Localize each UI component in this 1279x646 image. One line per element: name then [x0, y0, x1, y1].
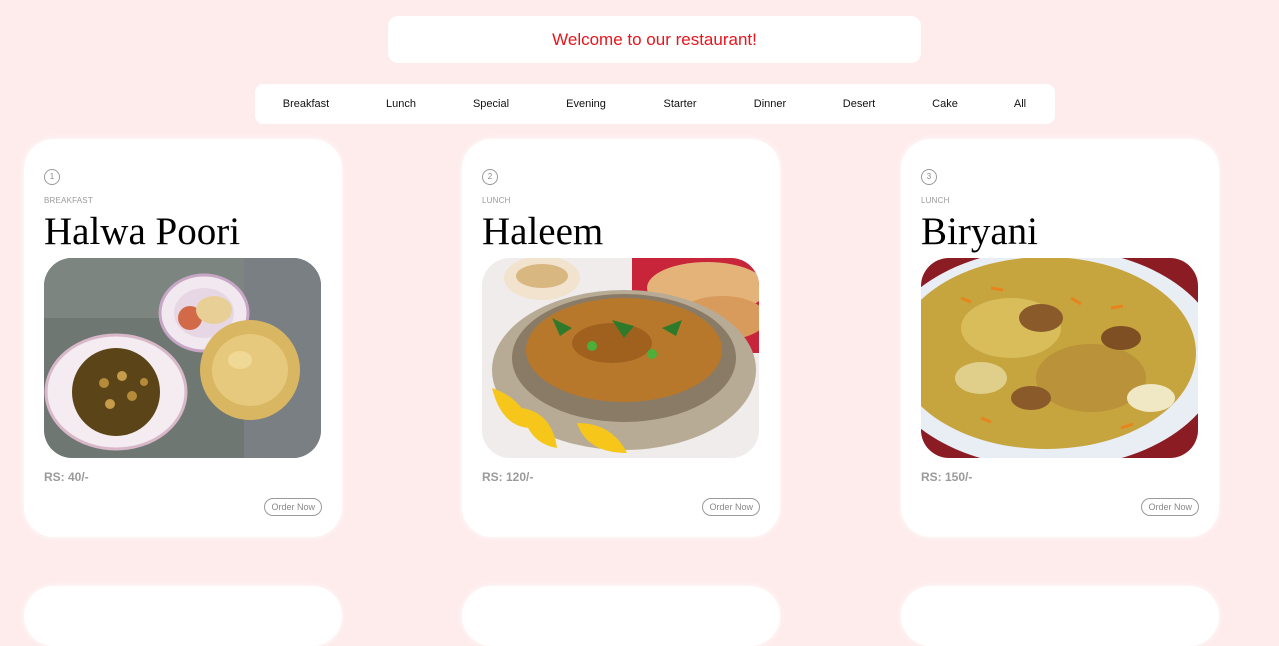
item-category: LUNCH [482, 196, 511, 205]
nav-item-all[interactable]: All [1014, 84, 1026, 124]
item-number: 1 [44, 169, 60, 185]
item-title: Biryani [921, 210, 1038, 253]
item-price: RS: 40/- [44, 470, 89, 484]
menu-card: 3 LUNCH Biryani RS: 150/- Order Now [901, 139, 1219, 537]
order-now-button[interactable]: Order Now [264, 498, 322, 516]
menu-card [24, 586, 342, 646]
category-nav: Breakfast Lunch Special Evening Starter … [255, 84, 1055, 124]
menu-card: 1 BREAKFAST Halwa Poori RS: 40/- Order N… [24, 139, 342, 537]
item-category: LUNCH [921, 196, 950, 205]
welcome-text: Welcome to our restaurant! [552, 29, 757, 49]
item-title: Halwa Poori [44, 210, 241, 253]
welcome-banner: Welcome to our restaurant! [388, 16, 921, 63]
biryani-photo [921, 258, 1198, 458]
item-price: RS: 150/- [921, 470, 973, 484]
nav-item-desert[interactable]: Desert [843, 84, 875, 124]
halwa-poori-photo [44, 258, 321, 458]
item-category: BREAKFAST [44, 196, 93, 205]
menu-card [901, 586, 1219, 646]
haleem-photo [482, 258, 759, 458]
item-number: 2 [482, 169, 498, 185]
nav-item-starter[interactable]: Starter [663, 84, 696, 124]
nav-item-cake[interactable]: Cake [932, 84, 958, 124]
order-now-button[interactable]: Order Now [702, 498, 760, 516]
order-now-button[interactable]: Order Now [1141, 498, 1199, 516]
nav-item-lunch[interactable]: Lunch [386, 84, 416, 124]
nav-item-dinner[interactable]: Dinner [754, 84, 786, 124]
item-price: RS: 120/- [482, 470, 534, 484]
nav-item-special[interactable]: Special [473, 84, 509, 124]
menu-card: 2 LUNCH Haleem RS: 120/- Order Now [462, 139, 780, 537]
item-number: 3 [921, 169, 937, 185]
item-title: Haleem [482, 210, 604, 253]
nav-item-evening[interactable]: Evening [566, 84, 606, 124]
menu-card [462, 586, 780, 646]
nav-item-breakfast[interactable]: Breakfast [283, 84, 329, 124]
